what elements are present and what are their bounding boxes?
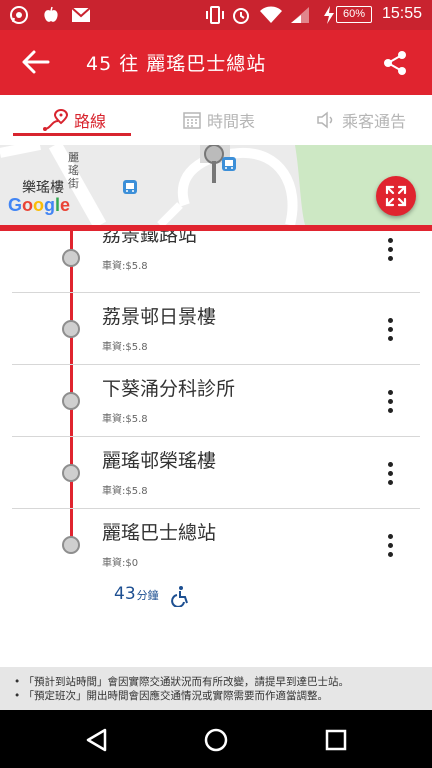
stop-name: 下葵涌分科診所 [102, 378, 236, 400]
share-icon [384, 51, 406, 75]
stop-row[interactable]: 麗瑤邨榮瑤樓 車資:$5.8 [0, 437, 432, 509]
tab-route[interactable]: 路線 [42, 95, 106, 145]
stop-dot [62, 320, 80, 338]
stop-fare: 車資:$5.8 [102, 261, 148, 272]
status-bar: 60% 15:55 [0, 0, 432, 30]
wheelchair-icon [171, 586, 188, 607]
stop-row[interactable]: 下葵涌分科診所 車資:$5.8 [0, 365, 432, 437]
map-place-label: 樂瑤樓 [22, 180, 64, 196]
gmail-icon [70, 5, 92, 25]
wifi-icon [258, 5, 284, 25]
bus-stop-icon [123, 180, 137, 194]
stop-list: 荔景鐵路站 車資:$5.8 荔景邨日景樓 車資:$5.8 下葵涌分科診所 車資:… [0, 231, 432, 667]
expand-map-button[interactable] [376, 176, 416, 216]
charging-icon [322, 5, 336, 25]
stop-dot [62, 392, 80, 410]
calendar-icon [183, 112, 201, 129]
page-title: 45 往 麗瑤巴士總站 [86, 53, 267, 75]
stop-dot [62, 464, 80, 482]
google-logo: Google [8, 195, 71, 215]
tab-notices[interactable]: 乘客通告 [316, 95, 406, 145]
stop-dot [62, 249, 80, 267]
expand-arrows-icon [385, 185, 407, 207]
tab-route-label: 路線 [74, 112, 107, 131]
stop-name: 麗瑤邨榮瑤樓 [102, 450, 217, 472]
signal-icon [288, 5, 312, 25]
share-button[interactable] [378, 46, 412, 80]
tab-active-indicator [13, 133, 131, 136]
stop-row[interactable]: 荔景鐵路站 車資:$5.8 [0, 231, 432, 293]
speaker-icon [317, 111, 333, 129]
note-schedule: • 「預定班次」開出時間會因應交通情況或實際需要而作適當調整。 [14, 690, 329, 702]
stop-dot [62, 536, 80, 554]
stop-fare: 車資:$5.8 [102, 486, 148, 497]
stop-row[interactable]: 麗瑤巴士總站 車資:$0 [0, 509, 432, 581]
stop-fare: 車資:$5.8 [102, 414, 148, 425]
stop-fare: 車資:$0 [102, 558, 139, 569]
stop-fare: 車資:$5.8 [102, 342, 148, 353]
route-pin-icon [43, 109, 68, 131]
battery-indicator: 60% [336, 6, 372, 23]
stop-menu-button[interactable] [380, 234, 400, 264]
eta-minutes: 43 [114, 584, 136, 604]
stop-menu-button[interactable] [380, 458, 400, 488]
tab-bar: 路線 時間表 乘客通告 [0, 95, 432, 145]
bus-stop-icon [222, 157, 236, 171]
system-nav-bar [0, 710, 432, 768]
note-eta: • 「預計到站時間」會因實際交通狀況而有所改變，請提早到達巴士站。 [14, 676, 350, 688]
home-circle-icon[interactable] [203, 727, 229, 753]
back-arrow-icon [22, 50, 50, 74]
tab-timetable[interactable]: 時間表 [183, 95, 255, 145]
route-map[interactable]: 麗瑤街 樂瑤樓 Google [0, 145, 432, 225]
stop-row[interactable]: 荔景邨日景樓 車資:$5.8 [0, 293, 432, 365]
clock: 15:55 [381, 5, 422, 22]
whatsapp-icon [8, 5, 30, 25]
stop-menu-button[interactable] [380, 386, 400, 416]
apple-icon [40, 5, 62, 25]
tab-notices-label: 乘客通告 [342, 112, 407, 131]
back-triangle-icon[interactable] [84, 727, 110, 753]
stop-name: 荔景鐵路站 [102, 231, 198, 246]
stop-menu-button[interactable] [380, 314, 400, 344]
alarm-icon [230, 5, 252, 25]
eta-unit: 分鐘 [136, 589, 159, 602]
stop-name: 荔景邨日景樓 [102, 306, 217, 328]
app-bar: 45 往 麗瑤巴士總站 [0, 30, 432, 95]
eta-display: 43分鐘 [114, 584, 159, 604]
map-street-label: 麗瑤街 [68, 151, 79, 190]
recents-square-icon[interactable] [323, 727, 349, 753]
back-button[interactable] [16, 44, 56, 80]
notes-panel: • 「預計到站時間」會因實際交通狀況而有所改變，請提早到達巴士站。 • 「預定班… [0, 667, 432, 710]
stop-menu-button[interactable] [380, 530, 400, 560]
tab-timetable-label: 時間表 [207, 112, 256, 131]
stop-name: 麗瑤巴士總站 [102, 522, 217, 544]
vibrate-icon [204, 5, 226, 25]
